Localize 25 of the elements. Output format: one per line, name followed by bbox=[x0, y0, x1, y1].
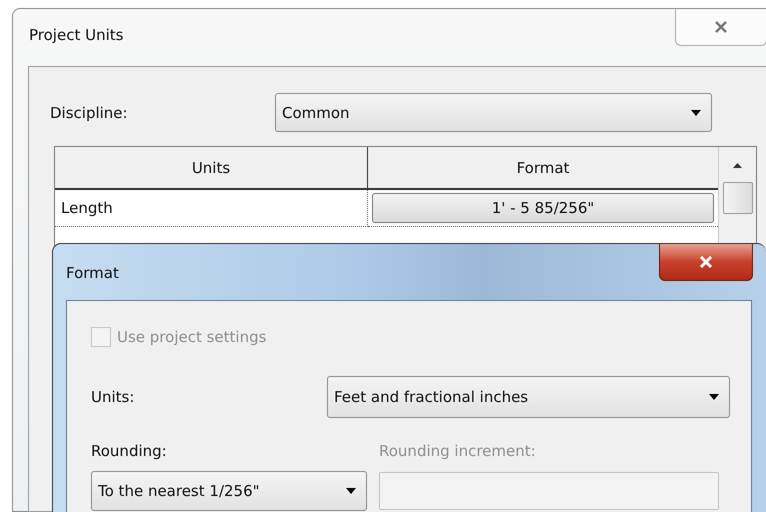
field-label: Rounding increment: bbox=[379, 442, 537, 460]
field-label: Rounding: bbox=[91, 442, 168, 460]
dropdown-arrow-icon bbox=[709, 394, 719, 400]
checkbox-label: Use project settings bbox=[117, 328, 266, 346]
scrollbar-thumb[interactable] bbox=[722, 182, 752, 214]
field-label: Discipline: bbox=[50, 104, 129, 122]
dropdown-value: To the nearest 1/256" bbox=[98, 482, 260, 500]
dropdown[interactable]: Common bbox=[275, 93, 712, 132]
dropdown[interactable]: To the nearest 1/256" bbox=[91, 471, 367, 511]
close-button[interactable] bbox=[659, 244, 753, 281]
dropdown-arrow-icon bbox=[346, 488, 356, 494]
dropdown[interactable]: Feet and fractional inches bbox=[327, 376, 730, 418]
window-title: Format bbox=[65, 263, 119, 282]
dropdown-arrow-icon bbox=[691, 110, 701, 116]
format-button[interactable]: 1' - 5 85/256" bbox=[372, 193, 714, 223]
scroll-up-icon bbox=[733, 163, 742, 168]
dropdown-value: Feet and fractional inches bbox=[334, 388, 528, 406]
column-header[interactable]: Format bbox=[368, 147, 718, 190]
dropdown-value: Common bbox=[282, 104, 350, 122]
table-cell: Length bbox=[55, 190, 368, 227]
close-icon bbox=[714, 21, 728, 33]
column-header[interactable]: Units bbox=[55, 147, 368, 190]
close-icon bbox=[699, 256, 713, 268]
field-label: Units: bbox=[91, 388, 136, 406]
window-title: Project Units bbox=[28, 25, 124, 44]
